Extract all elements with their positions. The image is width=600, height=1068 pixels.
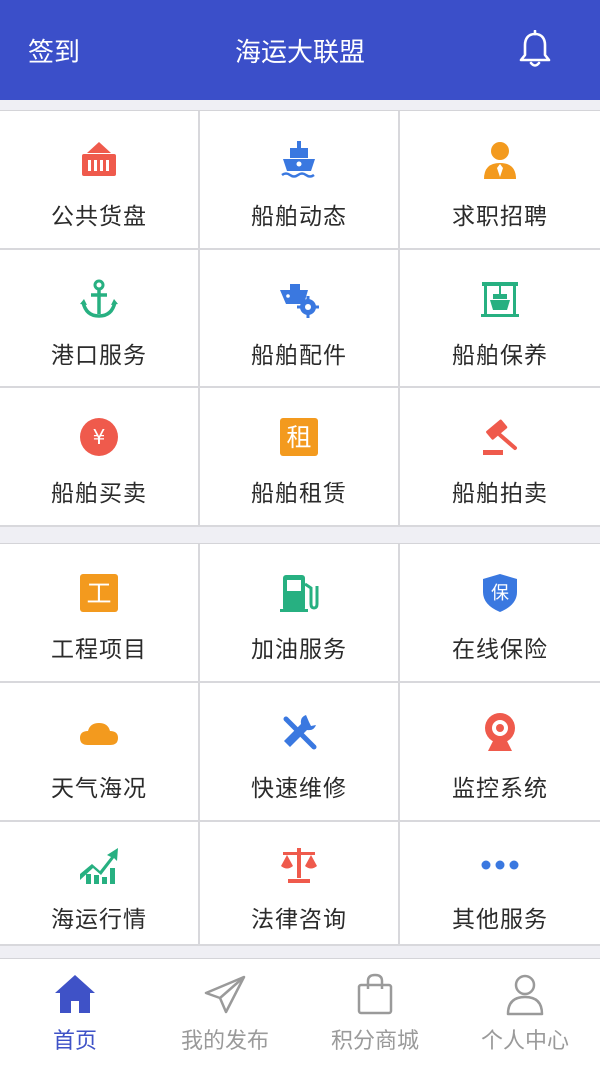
tab-my-posts[interactable]: 我的发布 [150,959,300,1068]
grid-item-label: 船舶动态 [251,204,347,230]
person-icon [484,142,516,179]
tools-icon [283,715,317,750]
tab-points-mall[interactable]: 积分商城 [300,959,450,1068]
service-grid-primary: 公共货盘 船舶动态 求职招聘 港口服务 船舶配件 船舶保养 ¥ 船舶买卖 租 船… [0,110,600,527]
svg-text:租: 租 [286,423,311,452]
grid-item-engineering[interactable]: 工 工程项目 [0,544,200,683]
app-header: 签到 海运大联盟 [0,0,600,100]
grid-item-public-cargo[interactable]: 公共货盘 [0,111,200,250]
container-icon [82,142,116,176]
grid-item-label: 天气海况 [51,776,147,802]
yuan-icon: ¥ [80,418,118,457]
grid-item-ship-status[interactable]: 船舶动态 [200,111,400,250]
bottom-tab-bar: 首页 我的发布 积分商城 个人中心 [0,958,600,1068]
grid-item-jobs[interactable]: 求职招聘 [400,111,600,250]
grid-item-ship-auction[interactable]: 船舶拍卖 [400,388,600,527]
grid-item-label: 公共货盘 [51,204,147,230]
grid-item-ship-parts[interactable]: 船舶配件 [200,249,400,389]
grid-item-label: 法律咨询 [251,907,347,933]
grid-item-shipping-market[interactable]: 海运行情 [0,822,200,946]
rent-icon: 租 [280,418,318,457]
more-icon [481,860,519,870]
svg-text:¥: ¥ [93,425,106,449]
tab-profile[interactable]: 个人中心 [450,959,600,1068]
gavel-icon [483,419,517,456]
maintenance-icon [481,281,519,317]
paper-plane-icon [204,975,246,1014]
grid-item-label: 船舶保养 [452,342,548,369]
grid-item-label: 快速维修 [251,776,347,802]
tab-label: 积分商城 [330,1029,419,1054]
bell-icon[interactable] [518,30,552,70]
grid-item-insurance[interactable]: 保 在线保险 [400,544,600,683]
grid-item-label: 工程项目 [51,637,147,663]
shopping-bag-icon [357,973,393,1015]
grid-item-monitoring[interactable]: 监控系统 [400,683,600,822]
grid-item-label: 船舶拍卖 [452,481,548,508]
grid-item-label: 其他服务 [452,907,548,933]
anchor-icon [80,279,118,318]
grid-item-ship-rental[interactable]: 租 船舶租赁 [200,388,400,527]
svg-text:工: 工 [86,579,111,608]
grid-item-label: 海运行情 [51,907,147,933]
grid-item-port-service[interactable]: 港口服务 [0,249,200,389]
user-icon [506,974,544,1016]
chart-icon [80,848,118,884]
fuel-icon [280,575,319,612]
grid-item-quick-repair[interactable]: 快速维修 [200,683,400,822]
scale-icon [281,848,317,883]
grid-item-label: 监控系统 [452,776,548,802]
service-grid-secondary: 工 工程项目 加油服务 保 在线保险 天气海况 快速维修 监控系统 海运行情 法… [0,543,600,946]
grid-item-legal[interactable]: 法律咨询 [200,822,400,946]
engineering-icon: 工 [80,574,118,612]
grid-item-ship-trade[interactable]: ¥ 船舶买卖 [0,388,200,527]
home-icon [55,975,95,1013]
ship-gear-icon [280,283,319,318]
page-title: 海运大联盟 [234,38,365,68]
tab-label: 首页 [52,1029,97,1054]
tab-label: 个人中心 [480,1029,569,1054]
svg-text:保: 保 [491,583,509,604]
grid-item-label: 船舶买卖 [51,481,147,508]
grid-item-label: 求职招聘 [452,204,548,230]
grid-item-label: 在线保险 [452,637,548,663]
grid-item-label: 船舶配件 [251,342,347,369]
shield-icon: 保 [483,574,517,612]
grid-item-label: 港口服务 [51,342,147,369]
cloud-icon [80,723,118,745]
grid-item-ship-maintenance[interactable]: 船舶保养 [400,250,600,389]
camera-icon [485,713,515,751]
tab-home[interactable]: 首页 [0,959,150,1068]
grid-item-weather[interactable]: 天气海况 [0,683,200,822]
grid-item-label: 加油服务 [251,637,347,663]
tab-label: 我的发布 [180,1029,269,1054]
grid-item-label: 船舶租赁 [251,481,347,508]
grid-item-other-services[interactable]: 其他服务 [400,822,600,946]
ship-icon [281,141,315,178]
grid-item-fuel[interactable]: 加油服务 [200,544,400,683]
